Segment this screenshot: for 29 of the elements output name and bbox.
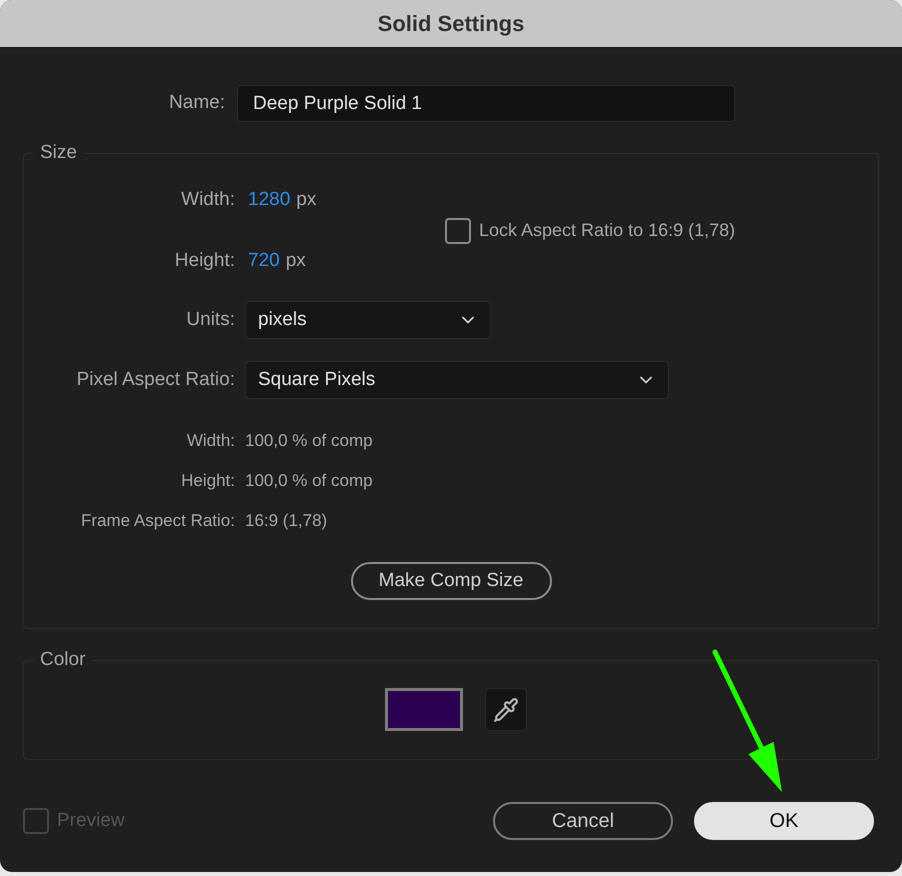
lock-aspect-checkbox[interactable] <box>445 218 471 244</box>
field-label: Height: <box>180 470 235 492</box>
field-label: Frame Aspect Ratio: <box>80 510 235 532</box>
field-label: Pixel Aspect Ratio: <box>76 368 235 392</box>
dimension-value[interactable]: 720 <box>248 246 280 276</box>
color-swatch[interactable] <box>385 688 463 731</box>
field-label: Width: <box>186 430 235 452</box>
checkbox-label: Lock Aspect Ratio to 16:9 (1,78) <box>479 219 736 242</box>
eyedropper-icon <box>493 696 519 722</box>
dropdown[interactable]: Square Pixels <box>245 361 669 399</box>
window-title: Solid Settings <box>378 10 524 38</box>
dimension-value[interactable]: 1280 <box>248 186 290 214</box>
group-label: Color <box>39 649 86 671</box>
field-value: 100,0 % of comp <box>245 470 373 492</box>
eyedropper-button[interactable] <box>485 688 527 731</box>
make-comp-size-button[interactable]: Make Comp Size <box>350 562 552 600</box>
dropdown[interactable]: pixels <box>245 301 491 339</box>
field-label: Name: <box>168 91 225 116</box>
field-label: Height: <box>174 248 235 273</box>
field-label: Width: <box>180 188 235 212</box>
group-label: Size <box>39 142 78 164</box>
dialog-button[interactable]: Cancel <box>493 802 673 840</box>
field-value: 16:9 (1,78) <box>245 510 328 532</box>
dialog-button[interactable]: OK <box>694 802 874 840</box>
name-field[interactable]: Deep Purple Solid 1 <box>237 85 735 122</box>
unit-label: px <box>296 188 316 212</box>
field-label: Units: <box>185 308 235 332</box>
unit-label: px <box>286 248 306 273</box>
field-value: 100,0 % of comp <box>245 430 373 452</box>
